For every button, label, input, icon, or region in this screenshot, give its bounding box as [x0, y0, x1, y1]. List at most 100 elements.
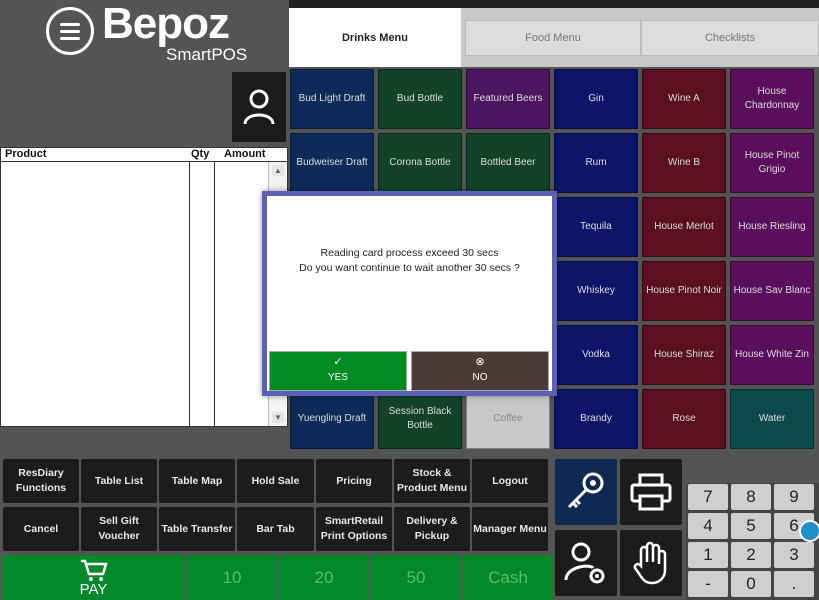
keypad-key[interactable]: 7 — [688, 484, 728, 510]
product-button[interactable]: Coffee — [466, 389, 550, 449]
side-handle-icon[interactable] — [799, 520, 819, 542]
function-button[interactable]: Stock & Product Menu — [394, 459, 470, 503]
close-circle-icon: ⊗ — [475, 356, 485, 368]
keypad-key[interactable]: 4 — [688, 513, 728, 539]
menu-icon — [46, 7, 94, 55]
col-qty: Qty — [191, 148, 210, 160]
col-product: Product — [5, 148, 47, 160]
dialog-message: Reading card process exceed 30 secs Do y… — [267, 246, 552, 276]
function-button[interactable]: Bar Tab — [237, 507, 314, 551]
function-button[interactable]: Table Transfer — [159, 507, 235, 551]
tab-checklists[interactable]: Checklists — [641, 20, 819, 56]
cash-label: Cash — [488, 567, 528, 587]
keypad-key[interactable]: 1 — [688, 542, 728, 568]
product-button[interactable]: House Pinot Noir — [642, 261, 726, 321]
card-timeout-dialog: Reading card process exceed 30 secs Do y… — [262, 191, 557, 396]
product-button[interactable]: Corona Bottle — [378, 133, 462, 193]
keypad-key[interactable]: 2 — [731, 542, 771, 568]
key-button[interactable] — [555, 459, 617, 525]
dialog-line-1: Reading card process exceed 30 secs — [320, 247, 499, 259]
no-label: NO — [472, 372, 488, 383]
scroll-down-icon[interactable]: ▼ — [272, 412, 284, 423]
menu-tabs: Drinks Menu Food Menu Checklists — [289, 0, 819, 67]
order-table: Product Qty Amount ▲ ▼ — [0, 147, 288, 427]
product-button[interactable]: House Sav Blanc — [730, 261, 814, 321]
keypad-key[interactable]: 3 — [774, 542, 814, 568]
product-button[interactable]: Bottled Beer — [466, 133, 550, 193]
product-button[interactable]: Rum — [554, 133, 638, 193]
function-button[interactable]: Pricing — [316, 459, 392, 503]
product-button[interactable]: Vodka — [554, 325, 638, 385]
product-button[interactable]: Brandy — [554, 389, 638, 449]
product-button[interactable]: House White Zin — [730, 325, 814, 385]
function-button[interactable]: Hold Sale — [237, 459, 314, 503]
function-button[interactable]: Delivery & Pickup — [394, 507, 470, 551]
product-button[interactable]: Gin — [554, 69, 638, 129]
function-button[interactable]: Table Map — [159, 459, 235, 503]
pay-button[interactable]: PAY — [2, 555, 185, 600]
product-button[interactable]: Whiskey — [554, 261, 638, 321]
function-button[interactable]: Sell Gift Voucher — [81, 507, 157, 551]
keypad-key[interactable]: 5 — [731, 513, 771, 539]
cash-10-button[interactable]: 10 — [187, 555, 277, 600]
keypad-key[interactable]: - — [688, 571, 728, 597]
cash-10-label: 10 — [222, 567, 242, 587]
yes-button[interactable]: ✓ YES — [269, 351, 407, 391]
user-settings-icon — [564, 542, 605, 584]
keypad-key[interactable]: 0 — [731, 571, 771, 597]
product-button[interactable]: Yuengling Draft — [290, 389, 374, 449]
keypad-key[interactable]: 8 — [731, 484, 771, 510]
user-icon — [243, 89, 275, 125]
function-button[interactable]: Cancel — [3, 507, 79, 551]
product-button[interactable]: House Chardonnay — [730, 69, 814, 129]
stop-button[interactable] — [620, 530, 682, 596]
user-settings-button[interactable] — [555, 530, 617, 596]
product-button[interactable]: Bud Bottle — [378, 69, 462, 129]
printer-icon — [630, 473, 672, 511]
user-button[interactable] — [232, 72, 286, 142]
function-button[interactable]: Logout — [472, 459, 548, 503]
product-button[interactable]: Session Black Bottle — [378, 389, 462, 449]
function-button[interactable]: Table List — [81, 459, 157, 503]
product-button[interactable]: Tequila — [554, 197, 638, 257]
pay-label: PAY — [79, 581, 108, 598]
tab-drinks-menu[interactable]: Drinks Menu — [289, 8, 461, 67]
bepoz-logo: Bepoz SmartPOS — [46, 0, 256, 67]
product-button[interactable]: House Pinot Grigio — [730, 133, 814, 193]
cash-button[interactable]: Cash — [463, 555, 553, 600]
scroll-up-icon[interactable]: ▲ — [272, 165, 284, 176]
check-icon: ✓ — [333, 356, 343, 368]
no-button[interactable]: ⊗ NO — [411, 351, 549, 391]
function-button[interactable]: SmartRetail Print Options — [316, 507, 392, 551]
product-button[interactable]: Bud Light Draft — [290, 69, 374, 129]
function-button[interactable]: Manager Menu — [472, 507, 548, 551]
yes-label: YES — [327, 372, 348, 383]
cash-20-label: 20 — [314, 567, 334, 587]
product-button[interactable]: Wine B — [642, 133, 726, 193]
product-button[interactable]: Budweiser Draft — [290, 133, 374, 193]
dialog-line-2: Do you want continue to wait another 30 … — [299, 262, 520, 274]
keypad-key[interactable]: 9 — [774, 484, 814, 510]
product-button[interactable]: Water — [730, 389, 814, 449]
brand-product: SmartPOS — [166, 45, 248, 64]
cart-icon — [80, 559, 108, 581]
product-button[interactable]: House Merlot — [642, 197, 726, 257]
tab-food-menu[interactable]: Food Menu — [465, 20, 641, 56]
product-button[interactable]: House Shiraz — [642, 325, 726, 385]
product-button[interactable]: Featured Beers — [466, 69, 550, 129]
key-icon — [567, 472, 604, 509]
brand-name: Bepoz — [102, 0, 230, 48]
order-table-header: Product Qty Amount — [1, 148, 287, 162]
function-button[interactable]: ResDiary Functions — [3, 459, 79, 503]
product-button[interactable]: Wine A — [642, 69, 726, 129]
col-divider — [214, 162, 215, 426]
product-button[interactable]: Rose — [642, 389, 726, 449]
cash-20-button[interactable]: 20 — [279, 555, 369, 600]
cash-50-button[interactable]: 50 — [371, 555, 461, 600]
col-amount: Amount — [224, 148, 266, 160]
cash-50-label: 50 — [406, 567, 426, 587]
keypad-key[interactable]: . — [774, 571, 814, 597]
print-button[interactable] — [620, 459, 682, 525]
product-button[interactable]: House Riesling — [730, 197, 814, 257]
hand-icon — [633, 541, 667, 585]
